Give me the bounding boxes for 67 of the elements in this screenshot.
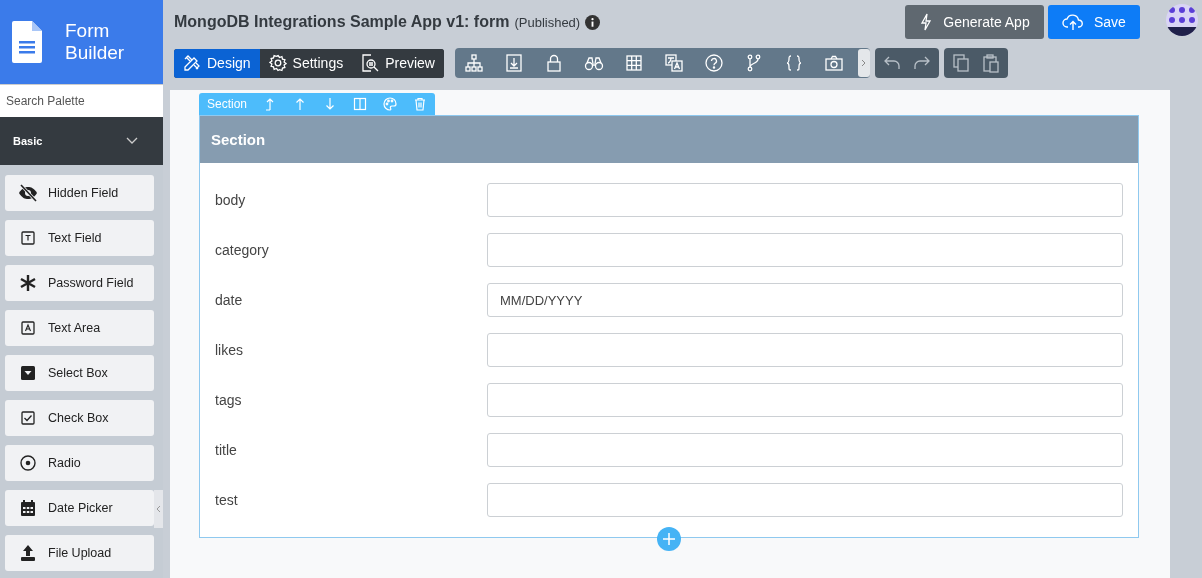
palette-item[interactable]: Password Field: [5, 265, 154, 301]
section-label: Section: [207, 97, 248, 111]
camera-icon[interactable]: [824, 53, 844, 73]
field-label: title: [215, 442, 238, 458]
input-field[interactable]: [487, 383, 1123, 417]
status-label: (Published): [514, 14, 581, 30]
chevron-icon: [126, 137, 138, 145]
input-field[interactable]: [487, 483, 1123, 517]
columns-icon[interactable]: [353, 97, 368, 111]
palette-icon[interactable]: [383, 97, 398, 111]
dropdown-icon: [18, 363, 38, 383]
search-field[interactable]: Search Palette: [0, 84, 163, 117]
eye-slash-icon: [18, 183, 38, 203]
upload-icon: [18, 543, 38, 563]
document-icon: [12, 21, 42, 63]
document-search-icon: [361, 54, 380, 72]
form-title: MongoDB Integrations Sample App v1: form: [174, 13, 510, 31]
clipboard-icon[interactable]: [981, 53, 1001, 73]
palette-group-header[interactable]: Basic: [0, 117, 163, 165]
lock-icon[interactable]: [544, 53, 564, 73]
radio-icon: [18, 453, 38, 473]
palette-item[interactable]: File Upload: [5, 535, 154, 571]
palette-item[interactable]: Text Area: [5, 310, 154, 346]
checkbox-icon: [18, 408, 38, 428]
input-field[interactable]: [487, 233, 1123, 267]
palette-item[interactable]: Date Picker: [5, 490, 154, 526]
text-field-icon: [18, 228, 38, 248]
save-button[interactable]: Save: [1048, 5, 1140, 39]
field-label: likes: [215, 342, 244, 358]
generate-app-button[interactable]: Generate App: [905, 5, 1044, 39]
palette-item[interactable]: Check Box: [5, 400, 154, 436]
pencil-ruler-icon: [183, 54, 201, 72]
scroll-right-icon[interactable]: [858, 49, 870, 77]
tab[interactable]: Design: [174, 48, 260, 78]
cloud-upload-icon: [1062, 13, 1084, 31]
settings-icon: [268, 54, 287, 72]
field-label: date: [215, 292, 244, 308]
palette-item[interactable]: Radio: [5, 445, 154, 481]
grid-icon[interactable]: [624, 53, 644, 73]
field-label: category: [215, 242, 270, 258]
trash-icon[interactable]: [413, 97, 428, 111]
braces-icon[interactable]: [784, 53, 804, 73]
text-area-icon: [18, 318, 38, 338]
logo-text: Builder: [65, 42, 125, 64]
field-label: test: [215, 492, 239, 508]
input-field[interactable]: [487, 433, 1123, 467]
lightning-icon: [919, 13, 934, 31]
asterisk-icon: [18, 273, 38, 293]
input-field[interactable]: MM/DD/YYYY: [487, 283, 1123, 317]
section-title: Section: [211, 131, 266, 148]
palette-item[interactable]: Text Field: [5, 220, 154, 256]
palette-item[interactable]: Hidden Field: [5, 175, 154, 211]
translate-icon[interactable]: [664, 53, 684, 73]
logo-text: Form: [65, 20, 111, 42]
info-icon[interactable]: [585, 14, 601, 30]
input-field[interactable]: [487, 183, 1123, 217]
add-icon[interactable]: [657, 527, 681, 551]
field-label: body: [215, 192, 247, 208]
copy-icon[interactable]: [951, 53, 971, 73]
input-field[interactable]: [487, 333, 1123, 367]
hierarchy-icon[interactable]: [464, 53, 484, 73]
import-icon[interactable]: [504, 53, 524, 73]
calendar-icon: [18, 498, 38, 518]
palette-item[interactable]: Select Box: [5, 355, 154, 391]
collapse-handle[interactable]: [154, 490, 163, 528]
field-label: tags: [215, 392, 243, 408]
help-icon[interactable]: [704, 53, 724, 73]
